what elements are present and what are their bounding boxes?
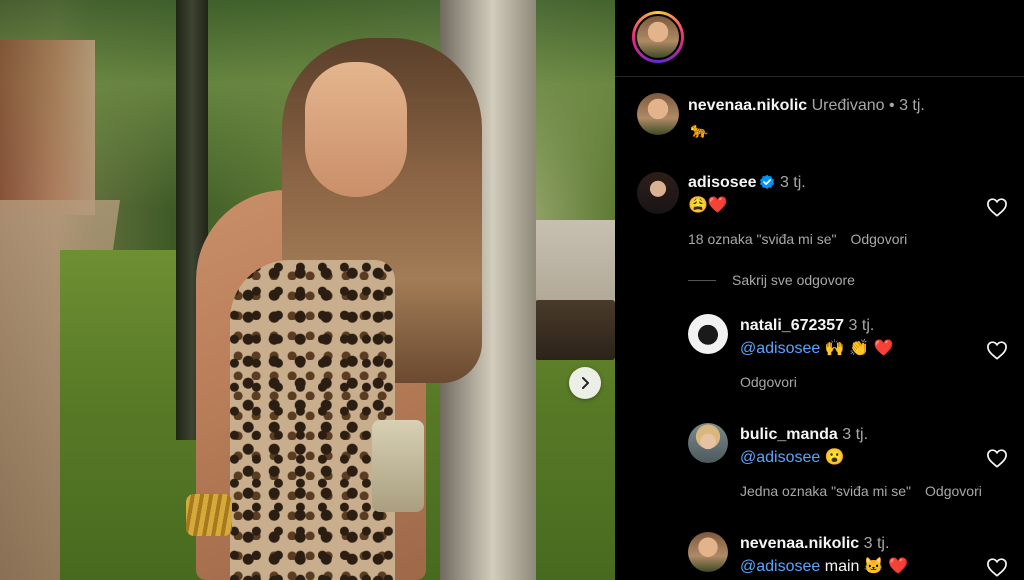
post-photo[interactable] [0,0,615,580]
divider [688,279,716,281]
post-header [615,0,1024,77]
heart-icon[interactable] [986,197,1008,217]
photo-gold-bracelet [186,494,232,536]
reply-username[interactable]: bulic_manda [740,426,838,443]
avatar[interactable] [688,314,728,354]
reply-button[interactable]: Odgovori [740,374,797,390]
photo-bench [535,300,615,360]
hide-replies-label: Sakrij sve odgovore [732,272,855,288]
caption-time[interactable]: 3 tj. [899,97,925,114]
mention-link[interactable]: @adisosee [740,340,820,357]
photo-person-face [305,62,407,197]
mention-link[interactable]: @adisosee [740,449,820,466]
reply-username[interactable]: natali_672357 [740,317,844,334]
photo-leopard-dress [230,260,395,580]
caption-text: 🐆 [690,122,709,139]
heart-icon[interactable] [986,557,1008,577]
avatar[interactable] [688,423,728,463]
reply-time[interactable]: 3 tj. [842,426,868,443]
heart-icon[interactable] [986,340,1008,360]
avatar[interactable] [688,532,728,572]
avatar[interactable] [637,172,679,214]
reply-text: 🙌 👏 ❤️ [820,340,894,357]
next-photo-button[interactable] [569,367,601,399]
reply-time[interactable]: 3 tj. [849,317,875,334]
hide-replies-button[interactable]: Sakrij sve odgovore [688,272,855,288]
caption-username[interactable]: nevenaa.nikolic [688,97,807,114]
chevron-right-icon [582,377,589,389]
reply-text: 😮 [820,449,845,466]
comment-username[interactable]: adisosee [688,174,756,191]
profile-avatar [635,14,681,60]
comments-panel: nevenaa.nikolic Uređivano • 3 tj. 🐆 adis… [615,0,1024,580]
verified-badge-icon [760,174,775,189]
comment-time[interactable]: 3 tj. [780,174,806,191]
reply-username[interactable]: nevenaa.nikolic [740,535,859,552]
story-ring[interactable] [632,11,684,63]
comment-text: 😩❤️ [688,197,728,214]
likes-count[interactable]: 18 oznaka "sviđa mi se" [688,231,836,247]
photo-gold-bag [372,420,424,512]
likes-count[interactable]: Jedna oznaka "sviđa mi se" [740,483,911,499]
heart-icon[interactable] [986,448,1008,468]
reply-button[interactable]: Odgovori [925,483,982,499]
reply-button[interactable]: Odgovori [850,231,907,247]
edited-label: Uređivano [811,97,885,114]
reply-time[interactable]: 3 tj. [864,535,890,552]
reply-text: main 🐱 ❤️ [820,558,909,575]
avatar[interactable] [637,93,679,135]
separator: • [889,97,895,114]
mention-link[interactable]: @adisosee [740,558,820,575]
photo-building [0,40,95,215]
